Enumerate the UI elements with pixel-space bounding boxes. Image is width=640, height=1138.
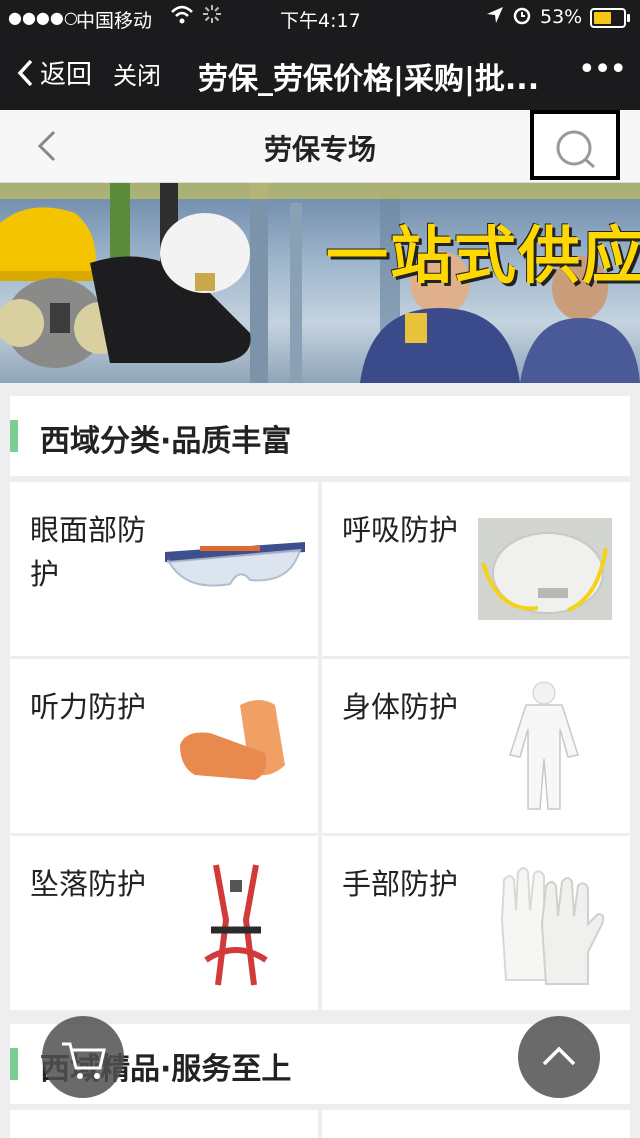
safety-goggles-icon: [160, 522, 310, 606]
section-accent-bar: [10, 420, 18, 452]
category-label: 呼吸防护: [342, 513, 459, 547]
category-body-protection[interactable]: 身体防护: [322, 659, 630, 833]
earplugs-icon: [170, 695, 300, 789]
clock-time: 下午4:17: [280, 10, 361, 32]
page-header: 劳保专场: [0, 110, 640, 183]
search-button[interactable]: [530, 110, 620, 180]
category-label: 听力防护: [30, 690, 147, 724]
category-hearing-protection[interactable]: 听力防护: [10, 659, 318, 833]
more-options-button[interactable]: •••: [578, 52, 627, 87]
work-gloves-icon: [482, 860, 612, 994]
category-hand-protection[interactable]: 手部防护: [322, 836, 630, 1010]
category-eye-face-protection[interactable]: 眼面部防 护: [10, 482, 318, 656]
category-label: 身体防护: [342, 690, 459, 724]
featured-item-partial[interactable]: [322, 1110, 630, 1138]
dust-mask-icon: [478, 518, 612, 624]
chevron-left-icon: [17, 59, 33, 86]
protective-coverall-icon: [508, 679, 580, 819]
scroll-to-top-button[interactable]: [518, 1016, 600, 1098]
banner-slogan: 一站式供应: [326, 219, 640, 292]
battery-icon: [590, 8, 632, 33]
featured-item-partial[interactable]: [10, 1110, 318, 1138]
section-title-categories: 西域分类·品质丰富: [10, 396, 630, 476]
webview-nav-bar: 返回 关闭 劳保_劳保价格|采购|批... •••: [0, 34, 640, 110]
back-label: 返回: [40, 60, 93, 90]
close-button[interactable]: 关闭: [113, 56, 161, 91]
promo-banner[interactable]: 一站式供应: [0, 183, 640, 383]
battery-percent: 53%: [540, 6, 583, 28]
shopping-cart-button[interactable]: [42, 1016, 124, 1098]
section-accent-bar: [10, 1048, 18, 1080]
section-title-text: 西域分类·品质丰富: [40, 424, 292, 459]
carrier-name: 中国移动: [76, 10, 153, 32]
wifi-icon: [170, 4, 194, 31]
signal-strength: ●●●●○: [8, 8, 78, 27]
shopping-cart-icon: [62, 1042, 106, 1079]
search-icon: [556, 130, 595, 169]
status-bar: ●●●●○ 中国移动 下午4:17 53%: [0, 0, 640, 34]
page-title: 劳保_劳保价格|采购|批...: [198, 62, 540, 97]
location-arrow-icon: [486, 6, 504, 29]
category-fall-protection[interactable]: 坠落防护: [10, 836, 318, 1010]
category-respiratory-protection[interactable]: 呼吸防护: [322, 482, 630, 656]
category-label: 眼面部防 护: [30, 513, 147, 591]
category-label: 坠落防护: [30, 867, 147, 901]
loading-spinner-icon: [202, 4, 222, 29]
chevron-up-icon: [542, 1046, 576, 1066]
back-button[interactable]: 返回: [16, 54, 92, 91]
safety-harness-icon: [196, 860, 276, 994]
category-label: 手部防护: [342, 867, 459, 901]
alarm-icon: [512, 5, 532, 30]
